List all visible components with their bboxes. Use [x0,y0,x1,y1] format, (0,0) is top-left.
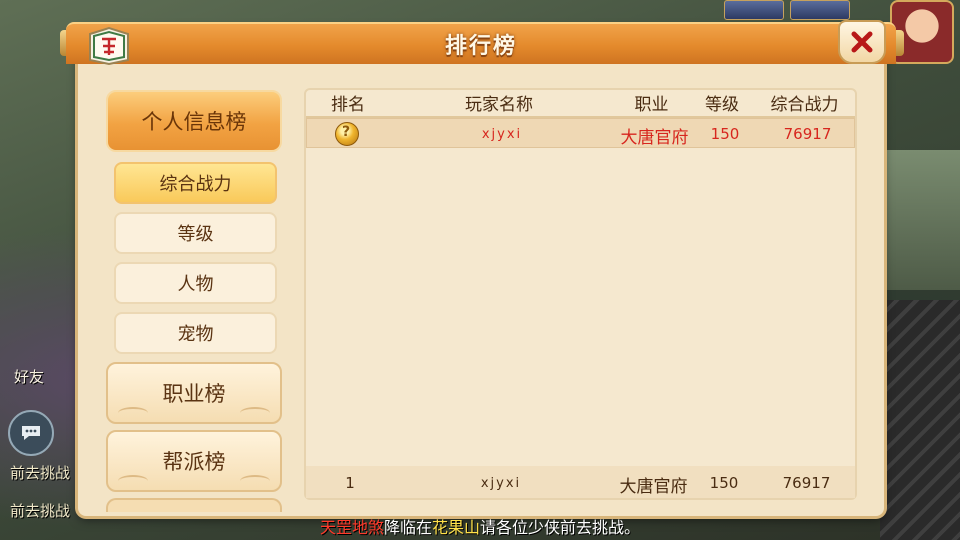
table-header: 排名 玩家名称 职业 等级 综合战力 [304,90,857,118]
my-level: 150 [709,474,739,492]
close-button[interactable] [838,20,886,64]
player-level: 150 [710,125,740,143]
broadcast-place: 花果山 [432,518,481,537]
subtab-combat-power[interactable]: 综合战力 [114,162,277,204]
broadcast-mid: 降临在 [383,518,432,537]
page-title: 排行榜 [444,34,517,59]
subtab-label: 综合战力 [159,174,232,195]
subtab-level[interactable]: 等级 [114,212,277,254]
tab-guild-ranking[interactable]: 帮派榜 [106,430,282,492]
subtab-label: 等级 [177,224,214,245]
system-broadcast: 天罡地煞降临在花果山请各位少侠前去挑战。 [0,514,960,538]
title-bar: 排行榜 [66,22,896,64]
roof-decoration [880,300,960,540]
broadcast-boss: 天罡地煞 [319,518,384,537]
gold-medal-icon [335,122,359,146]
header-rank: 排名 [331,95,365,115]
chat-bubble-icon[interactable] [8,410,54,456]
table-row[interactable]: xjyxi 大唐官府 150 76917 [306,118,855,148]
tab-job-ranking[interactable]: 职业榜 [106,362,282,424]
broadcast-tail: 请各位少侠前去挑战。 [480,518,641,537]
subtab-label: 人物 [177,274,214,295]
my-rank-row: 1 xjyxi 大唐官府 150 76917 [306,466,855,498]
tab-label: 职业榜 [162,382,226,406]
side-quest-text[interactable]: 前去挑战 [10,462,70,483]
tab-personal-ranking[interactable]: 个人信息榜 [106,90,282,152]
decorative-swirl [240,407,270,419]
decorative-swirl [118,475,148,487]
header-player-name: 玩家名称 [465,95,533,115]
my-rank: 1 [345,474,355,492]
player-name: xjyxi [481,127,523,142]
decorative-swirl [240,475,270,487]
header-combat-power: 综合战力 [770,95,839,115]
friends-label[interactable]: 好友 [14,366,74,396]
top-hud-buttons [724,0,850,20]
building-decoration [880,150,960,290]
my-power: 76917 [782,474,831,492]
leaderboard-book-icon [86,24,132,66]
header-level: 等级 [705,95,739,115]
close-icon [851,31,873,53]
subtab-label: 宠物 [177,324,214,345]
hud-button[interactable] [790,0,850,20]
hud-button[interactable] [724,0,784,20]
tab-more-partial[interactable] [106,498,282,512]
tab-label: 帮派榜 [162,450,226,474]
subtab-pet[interactable]: 宠物 [114,312,277,354]
player-power: 76917 [783,125,832,143]
decorative-swirl [118,407,148,419]
ranking-table [304,88,857,500]
subtab-character[interactable]: 人物 [114,262,277,304]
tab-label: 个人信息榜 [141,110,247,134]
my-name: xjyxi [480,476,522,491]
